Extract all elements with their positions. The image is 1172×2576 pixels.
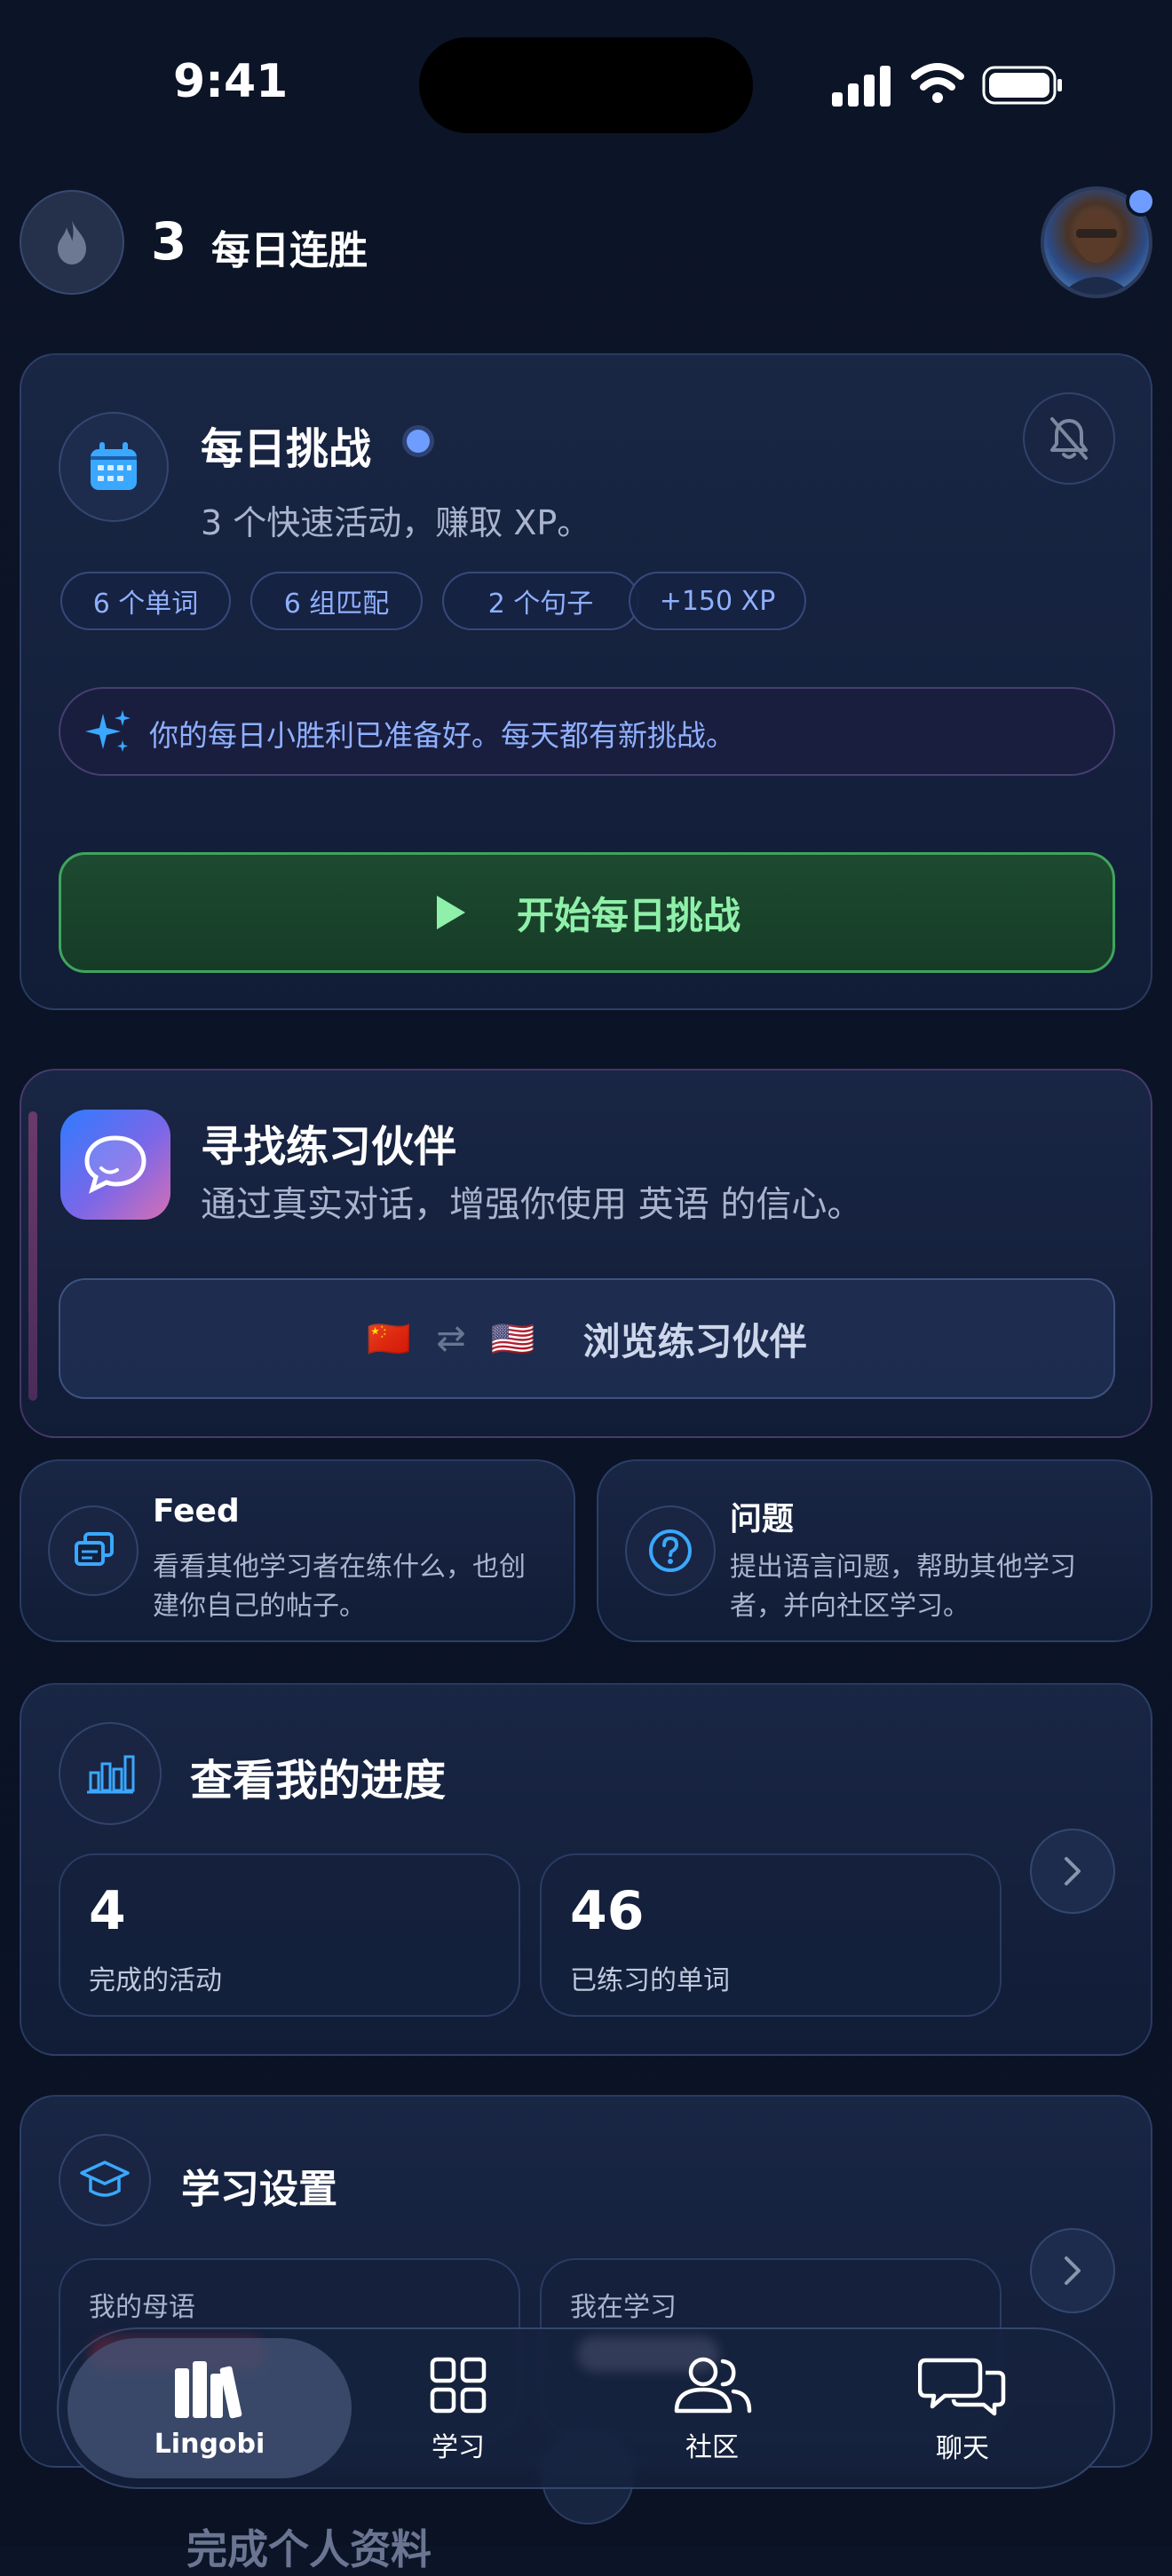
streak-count: 3 — [151, 211, 187, 272]
daily-tip-text: 你的每日小胜利已准备好。每天都有新挑战。 — [149, 718, 735, 753]
status-time: 9:41 — [173, 55, 289, 108]
stat-label: 完成的活动 — [89, 1965, 222, 1996]
bell-off-icon — [1050, 417, 1088, 460]
calendar-button — [59, 412, 169, 522]
start-daily-challenge-button[interactable]: 开始每日挑战 — [59, 852, 1115, 973]
swap-arrows-icon: ⇄ — [436, 1318, 466, 1359]
battery-icon — [982, 66, 1064, 108]
streak-label: 每日连胜 — [211, 228, 368, 273]
questions-card[interactable]: 问题 提出语言问题，帮助其他学习 者，并向社区学习。 — [597, 1459, 1152, 1642]
chip-sentences: 2 个句子 — [442, 572, 639, 630]
feed-title: Feed — [153, 1493, 240, 1529]
feed-desc-line2: 建你自己的帖子。 — [153, 1591, 366, 1622]
feed-icon-wrap — [48, 1505, 139, 1596]
wifi-icon — [911, 62, 964, 108]
questions-icon-wrap — [625, 1505, 716, 1596]
speech-bubbles-icon — [84, 1135, 146, 1194]
progress-chevron-button[interactable] — [1030, 1829, 1115, 1914]
chevron-right-icon — [1065, 2256, 1081, 2285]
stat-label: 已练习的单词 — [570, 1965, 730, 1996]
daily-challenge-card: 每日挑战 3 个快速活动，赚取 XP。 6 个单词 6 组匹配 2 个句子 +1… — [20, 353, 1152, 1010]
questions-desc-line1: 提出语言问题，帮助其他学习 — [730, 1552, 1076, 1583]
dynamic-island — [419, 37, 753, 133]
browse-partners-button[interactable]: 🇨🇳 ⇄ 🇺🇸 浏览练习伙伴 — [59, 1278, 1115, 1399]
tab-community-label: 社区 — [685, 2432, 739, 2463]
learning-language-label: 我在学习 — [570, 2292, 677, 2323]
question-circle-icon — [649, 1529, 692, 1572]
feed-card[interactable]: Feed 看看其他学习者在练什么，也创 建你自己的帖子。 — [20, 1459, 575, 1642]
settings-title: 学习设置 — [181, 2167, 337, 2212]
tab-community[interactable]: 社区 — [632, 2343, 792, 2477]
chip-words: 6 个单词 — [60, 572, 231, 630]
chip-xp: +150 XP — [629, 572, 806, 630]
flag-china: 🇨🇳 — [367, 1318, 412, 1360]
graduation-cap-icon — [80, 2161, 130, 2197]
complete-profile-title: 完成个人资料 — [186, 2525, 432, 2573]
stat-value: 4 — [89, 1880, 126, 1942]
play-icon — [436, 896, 465, 929]
progress-card[interactable]: 查看我的进度 4 完成的活动 46 已练习的单词 — [20, 1683, 1152, 2056]
library-icon — [175, 2360, 242, 2418]
chat-bubbles-icon — [918, 2358, 1006, 2416]
status-dot — [407, 430, 430, 453]
start-daily-challenge-label: 开始每日挑战 — [516, 893, 740, 937]
settings-chevron-button[interactable] — [1030, 2228, 1115, 2313]
graduation-icon-wrap — [59, 2134, 151, 2226]
daily-challenge-subtitle: 3 个快速活动，赚取 XP。 — [201, 503, 591, 542]
cellular-signal-icon — [830, 64, 892, 110]
browse-partners-label: 浏览练习伙伴 — [582, 1319, 807, 1363]
calendar-icon — [91, 442, 137, 490]
daily-challenge-title: 每日挑战 — [201, 424, 372, 474]
chart-icon-wrap — [59, 1722, 162, 1825]
sparkles-icon — [85, 710, 131, 752]
grid-icon — [430, 2357, 487, 2414]
flag-usa: 🇺🇸 — [490, 1318, 535, 1360]
bar-chart-icon — [87, 1755, 135, 1794]
tab-lingobi-label: Lingobi — [154, 2428, 265, 2460]
streak-flame-button[interactable] — [20, 190, 124, 295]
chat-bubble-app-icon — [60, 1110, 170, 1220]
practice-partner-card: 寻找练习伙伴 通过真实对话，增强你使用 英语 的信心。 🇨🇳 ⇄ 🇺🇸 浏览练习… — [20, 1069, 1152, 1438]
tab-learn[interactable]: 学习 — [387, 2343, 529, 2477]
flame-icon — [58, 220, 86, 265]
tab-learn-label: 学习 — [432, 2432, 485, 2463]
chevron-right-icon — [1065, 1857, 1081, 1885]
notification-button[interactable] — [1023, 392, 1115, 485]
stat-value: 46 — [570, 1880, 645, 1942]
avatar-online-dot — [1126, 186, 1156, 217]
partner-subtitle: 通过真实对话，增强你使用 英语 的信心。 — [201, 1184, 863, 1225]
stacked-cards-icon — [75, 1532, 114, 1566]
native-language-label: 我的母语 — [89, 2292, 195, 2323]
tab-chat-label: 聊天 — [936, 2433, 989, 2464]
questions-desc-line2: 者，并向社区学习。 — [730, 1591, 970, 1622]
tab-chat[interactable]: 聊天 — [883, 2343, 1042, 2477]
feed-desc-line1: 看看其他学习者在练什么，也创 — [153, 1552, 526, 1583]
stat-completed-activities: 4 完成的活动 — [59, 1853, 520, 2017]
chip-matches: 6 组匹配 — [250, 572, 423, 630]
people-icon — [674, 2357, 752, 2414]
tab-lingobi[interactable]: Lingobi — [67, 2338, 352, 2478]
stat-practiced-words: 46 已练习的单词 — [540, 1853, 1002, 2017]
progress-title: 查看我的进度 — [190, 1756, 447, 1806]
questions-title: 问题 — [730, 1501, 795, 1537]
daily-tip-banner: 你的每日小胜利已准备好。每天都有新挑战。 — [59, 687, 1115, 776]
accent-bar — [28, 1111, 37, 1401]
partner-title: 寻找练习伙伴 — [201, 1122, 457, 1172]
